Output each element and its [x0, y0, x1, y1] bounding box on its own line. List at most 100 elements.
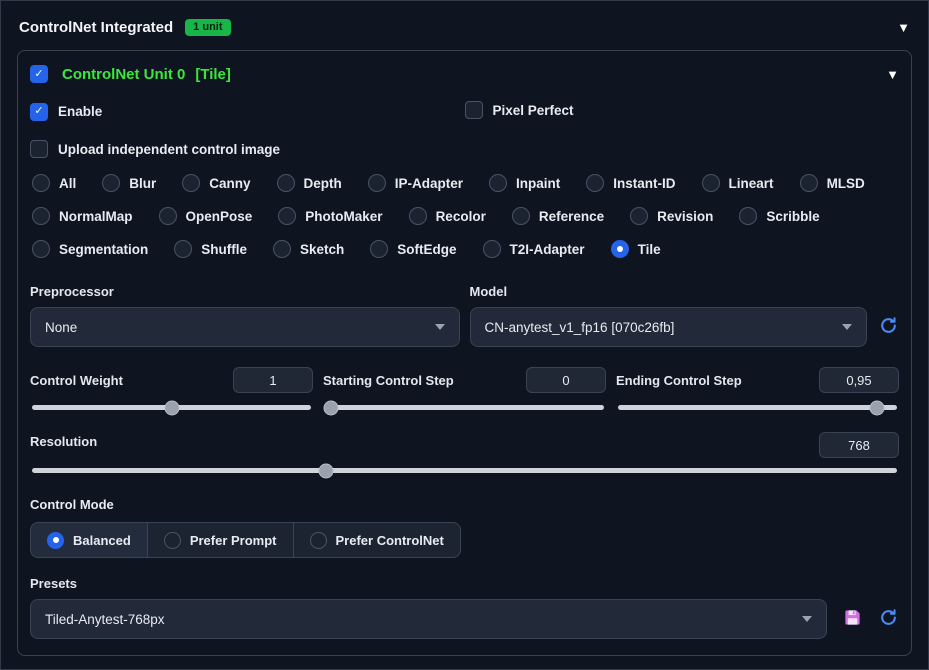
control-weight-slider[interactable]: [32, 400, 311, 415]
starting-step-input[interactable]: [526, 367, 606, 393]
control-type-option[interactable]: Segmentation: [32, 240, 148, 258]
upload-row: Upload independent control image: [30, 140, 899, 158]
control-type-group: All Blur Canny Depth IP-Adapter Inpaint …: [32, 174, 897, 258]
control-type-label: Scribble: [766, 208, 820, 224]
resolution-input[interactable]: [819, 432, 899, 458]
slider-thumb[interactable]: [164, 400, 179, 415]
radio-icon: [182, 174, 201, 192]
control-mode-option-balanced[interactable]: Balanced: [30, 522, 148, 558]
control-type-option[interactable]: Scribble: [739, 207, 820, 225]
radio-icon: [278, 207, 297, 225]
control-type-option[interactable]: Instant-ID: [586, 174, 676, 192]
control-type-option[interactable]: Lineart: [701, 174, 774, 192]
control-type-label: Segmentation: [59, 241, 149, 257]
ending-step-input[interactable]: [819, 367, 899, 393]
model-label: Model: [469, 284, 508, 299]
control-weight-label: Control Weight: [30, 372, 123, 388]
refresh-icon: [879, 316, 898, 338]
radio-icon: [276, 174, 295, 192]
radio-icon: [701, 174, 720, 192]
control-weight-input[interactable]: [233, 367, 313, 393]
control-type-option[interactable]: All: [32, 174, 76, 192]
control-type-option[interactable]: Inpaint: [489, 174, 560, 192]
save-icon: [843, 608, 862, 630]
control-type-label: Revision: [657, 208, 714, 224]
control-type-label: Tile: [637, 241, 661, 257]
unit-checkbox[interactable]: [30, 65, 48, 83]
radio-icon: [174, 240, 193, 258]
control-type-label: IP-Adapter: [394, 175, 464, 191]
control-mode-group: Balanced Prefer Prompt Prefer ControlNet: [30, 522, 461, 558]
control-type-option[interactable]: T2I-Adapter: [482, 240, 585, 258]
enable-checkbox[interactable]: [30, 102, 48, 121]
radio-icon: [367, 174, 386, 192]
control-type-option[interactable]: Depth: [276, 174, 342, 192]
ending-step-slider[interactable]: [618, 400, 897, 415]
enable-label: Enable: [58, 104, 103, 119]
control-type-option[interactable]: OpenPose: [158, 207, 252, 225]
control-mode-option-prefer-prompt[interactable]: Prefer Prompt: [147, 522, 294, 558]
refresh-icon: [879, 608, 898, 630]
control-type-option[interactable]: Blur: [102, 174, 156, 192]
ending-step-label: Ending Control Step: [616, 372, 742, 388]
control-type-option[interactable]: MLSD: [799, 174, 865, 192]
control-type-option[interactable]: Sketch: [273, 240, 344, 258]
control-type-label: Canny: [209, 175, 251, 191]
model-dropdown[interactable]: CN-anytest_v1_fp16 [070c26fb]: [469, 307, 867, 347]
unit-title: ControlNet Unit 0 [Tile]: [62, 66, 231, 83]
enable-checkbox-item[interactable]: Enable: [30, 102, 103, 121]
resolution-label: Resolution: [30, 433, 98, 449]
control-type-option-selected[interactable]: Tile: [610, 240, 661, 258]
unit-title-suffix: [Tile]: [195, 65, 231, 83]
control-type-option[interactable]: Canny: [182, 174, 251, 192]
pixel-perfect-label: Pixel Perfect: [492, 102, 574, 118]
control-type-label: All: [59, 175, 77, 191]
control-mode-option-label: Balanced: [73, 532, 131, 548]
upload-checkbox[interactable]: [30, 140, 48, 158]
control-type-option[interactable]: Revision: [630, 207, 713, 225]
resolution-slider[interactable]: [32, 463, 897, 478]
control-type-option[interactable]: PhotoMaker: [278, 207, 383, 225]
preset-save-button[interactable]: [841, 608, 863, 630]
model-value: CN-anytest_v1_fp16 [070c26fb]: [484, 319, 675, 335]
unit-collapse-icon[interactable]: ▼: [886, 67, 899, 82]
control-type-label: Shuffle: [201, 241, 248, 257]
control-type-label: NormalMap: [59, 208, 133, 224]
radio-icon: [630, 207, 649, 225]
preset-refresh-button[interactable]: [877, 608, 899, 630]
control-type-option[interactable]: Reference: [511, 207, 604, 225]
controlnet-panel-page: ControlNet Integrated 1 unit ▼ ControlNe…: [0, 0, 929, 670]
control-type-label: Inpaint: [516, 175, 561, 191]
pixel-perfect-checkbox-item[interactable]: Pixel Perfect: [464, 101, 574, 119]
radio-icon-selected: [610, 240, 629, 258]
sliders-row: Control Weight Starting Control Step: [30, 367, 899, 418]
control-type-option[interactable]: NormalMap: [32, 207, 133, 225]
slider-thumb[interactable]: [869, 400, 885, 415]
control-type-option[interactable]: IP-Adapter: [367, 174, 464, 192]
upload-label: Upload independent control image: [58, 141, 281, 157]
slider-thumb[interactable]: [318, 463, 334, 478]
accordion-title: ControlNet Integrated: [19, 19, 174, 36]
enable-row: Enable Pixel Perfect: [30, 101, 899, 124]
control-type-label: Blur: [129, 175, 157, 191]
presets-dropdown[interactable]: Tiled-Anytest-768px: [30, 599, 827, 639]
control-type-label: Recolor: [435, 208, 486, 224]
unit-header[interactable]: ControlNet Unit 0 [Tile] ▼: [30, 65, 899, 83]
slider-thumb[interactable]: [323, 400, 339, 415]
preprocessor-dropdown[interactable]: None: [30, 307, 460, 347]
dropdowns-row: Preprocessor None Model CN-anytest_v1_fp…: [30, 284, 899, 347]
starting-step-slider[interactable]: [323, 400, 604, 415]
control-type-option[interactable]: SoftEdge: [370, 240, 457, 258]
model-refresh-button[interactable]: [877, 316, 899, 338]
controlnet-accordion-header[interactable]: ControlNet Integrated 1 unit ▼: [17, 11, 912, 50]
radio-icon: [482, 240, 501, 258]
radio-icon: [163, 531, 181, 549]
pixel-perfect-checkbox[interactable]: [464, 101, 483, 119]
control-type-option[interactable]: Recolor: [408, 207, 486, 225]
radio-icon: [32, 240, 50, 258]
control-type-option[interactable]: Shuffle: [174, 240, 247, 258]
control-type-label: Instant-ID: [613, 175, 676, 191]
upload-checkbox-item[interactable]: Upload independent control image: [30, 140, 280, 158]
accordion-collapse-icon[interactable]: ▼: [897, 20, 910, 35]
control-mode-option-prefer-controlnet[interactable]: Prefer ControlNet: [293, 522, 461, 558]
